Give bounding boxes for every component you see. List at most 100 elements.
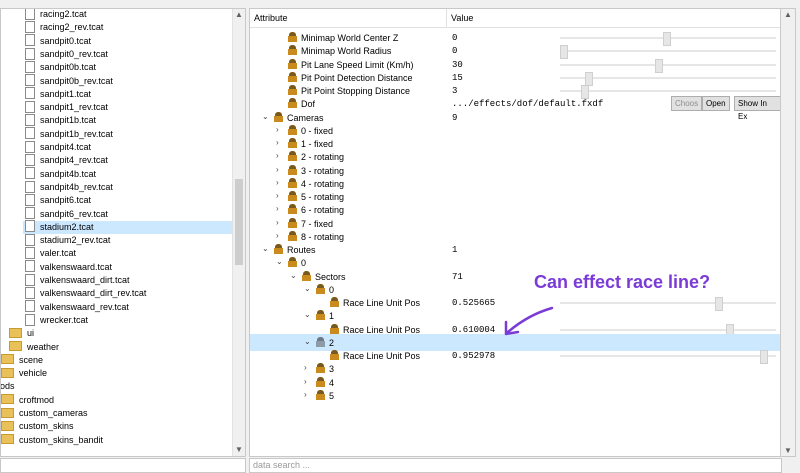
file-icon [25,233,35,246]
folder-item[interactable]: weather [9,341,59,354]
folder-item[interactable]: custom_skins [1,420,74,433]
value-slider[interactable] [560,297,776,311]
tree-item-label: sandpit4b_rev.tcat [40,181,113,192]
file-item[interactable]: racing2_rev.tcat [25,20,103,34]
file-item[interactable]: sandpit6_rev.tcat [25,207,108,221]
chevron-right-icon[interactable]: › [276,165,279,174]
file-item[interactable]: racing2.tcat [25,9,87,21]
file-icon [25,153,35,166]
column-divider[interactable] [446,9,447,27]
chevron-right-icon[interactable]: › [304,363,307,372]
folder-item[interactable]: custom_skins_bandit [1,434,103,447]
grid-scrollbar[interactable]: ▲ ▼ [780,8,796,457]
tree-item-label: sandpit0_rev.tcat [40,48,108,59]
scroll-up-icon[interactable]: ▲ [233,9,245,21]
file-item[interactable]: valkenswaard.tcat [25,260,112,274]
chevron-right-icon[interactable]: › [276,151,279,160]
value-slider[interactable] [560,323,776,338]
file-item[interactable]: sandpit0b.tcat [25,60,96,74]
data-search-placeholder: data search ... [253,460,311,470]
folder-item[interactable]: croftmod [1,394,54,407]
property-object-icon [288,257,297,268]
chevron-down-icon[interactable]: ⌄ [304,310,311,319]
file-item[interactable]: sandpit4.tcat [25,140,91,154]
value-slider[interactable] [560,58,776,73]
file-tree-scrollbar[interactable]: ▲ ▼ [232,9,245,456]
chevron-right-icon[interactable]: › [276,178,279,187]
chevron-right-icon[interactable]: › [304,377,307,386]
value-slider[interactable] [560,85,776,99]
value-column-header[interactable]: Value [451,13,473,23]
value-slider[interactable] [560,350,776,364]
property-object-icon [288,164,297,175]
file-tree-panel[interactable]: racing2.tcat racing2_rev.tcat sandpit0.tca… [0,8,246,457]
chevron-right-icon[interactable]: › [276,204,279,213]
file-item[interactable]: sandpit6.tcat [25,193,91,207]
file-tree[interactable]: racing2.tcat racing2_rev.tcat sandpit0.tca… [0,9,235,456]
file-item[interactable]: sandpit0_rev.tcat [25,47,108,61]
chevron-right-icon[interactable]: › [276,138,279,147]
value-slider[interactable] [560,32,776,46]
scroll-down-icon[interactable]: ▼ [233,444,245,456]
chevron-right-icon[interactable]: › [276,191,279,200]
file-item[interactable]: sandpit4b_rev.tcat [25,180,113,194]
file-item[interactable]: valkenswaard_dirt.tcat [25,273,130,287]
property-object-icon [288,45,297,56]
file-item[interactable]: valkenswaard_dirt_rev.tcat [25,286,146,300]
tree-item-label: sandpit0b_rev.tcat [40,75,113,86]
property-grid[interactable]: Attribute Value Minimap World Center Z0M… [249,8,782,457]
folder-item[interactable]: vehicle [1,367,47,380]
grid-row[interactable]: › 5 [250,387,781,404]
file-item[interactable]: sandpit0.tcat [25,34,92,48]
file-item[interactable]: sandpit1b.tcat [25,114,96,127]
file-item[interactable]: nods [0,380,15,393]
tree-item-label: custom_skins [19,421,74,432]
scroll-down-icon[interactable]: ▼ [781,446,795,455]
property-object-icon [316,376,325,387]
file-item[interactable]: sandpit0b_rev.tcat [25,74,113,88]
chevron-down-icon[interactable]: ⌄ [262,244,269,253]
file-item[interactable]: sandpit4b.tcat [25,167,97,181]
tree-item-label: sandpit4b.tcat [40,168,97,179]
file-item[interactable]: valer.tcat [25,247,76,260]
file-item[interactable]: sandpit1_rev.tcat [25,100,108,114]
tree-item-label: custom_skins_bandit [19,434,104,445]
value-slider[interactable] [560,71,776,86]
chevron-down-icon[interactable]: ⌄ [304,284,311,293]
tree-item-label: croftmod [19,394,55,405]
tree-item-label: sandpit0.tcat [40,35,92,46]
file-item[interactable]: sandpit1.tcat [25,87,91,101]
file-item[interactable]: stadium2.tcat [23,220,235,234]
chevron-down-icon[interactable]: ⌄ [276,257,283,266]
tree-item-label: ui [27,328,35,339]
value-slider[interactable] [560,45,776,60]
tree-item-label: valer.tcat [40,248,77,259]
tree-item-label: stadium2_rev.tcat [40,235,111,246]
chevron-right-icon[interactable]: › [276,125,279,134]
chevron-down-icon[interactable]: ⌄ [304,337,311,346]
file-item[interactable]: wrecker.tcat [25,313,88,327]
file-item[interactable]: sandpit1b_rev.tcat [25,127,113,141]
attribute-column-header[interactable]: Attribute [254,13,288,23]
property-object-icon [288,191,297,201]
tree-item-label: nods [0,381,15,392]
file-icon [25,167,35,180]
file-icon [25,313,35,326]
chevron-right-icon[interactable]: › [276,218,279,227]
file-icon [25,180,35,193]
file-item[interactable]: stadium2_rev.tcat [25,233,111,247]
file-item[interactable]: valkenswaard_rev.tcat [25,300,129,314]
folder-item[interactable]: scene [1,354,43,367]
folder-item[interactable]: custom_cameras [1,407,88,420]
file-item[interactable]: sandpit4_rev.tcat [25,153,108,167]
scrollbar-thumb[interactable] [235,179,243,265]
property-object-icon [330,350,339,360]
chevron-right-icon[interactable]: › [276,231,279,240]
tree-item-label: vehicle [19,368,48,379]
chevron-right-icon[interactable]: › [304,390,307,399]
folder-item[interactable]: ui [9,327,34,340]
chevron-down-icon[interactable]: ⌄ [262,112,269,121]
chevron-down-icon[interactable]: ⌄ [290,271,297,280]
file-icon [25,74,35,87]
scroll-up-icon[interactable]: ▲ [781,10,795,19]
